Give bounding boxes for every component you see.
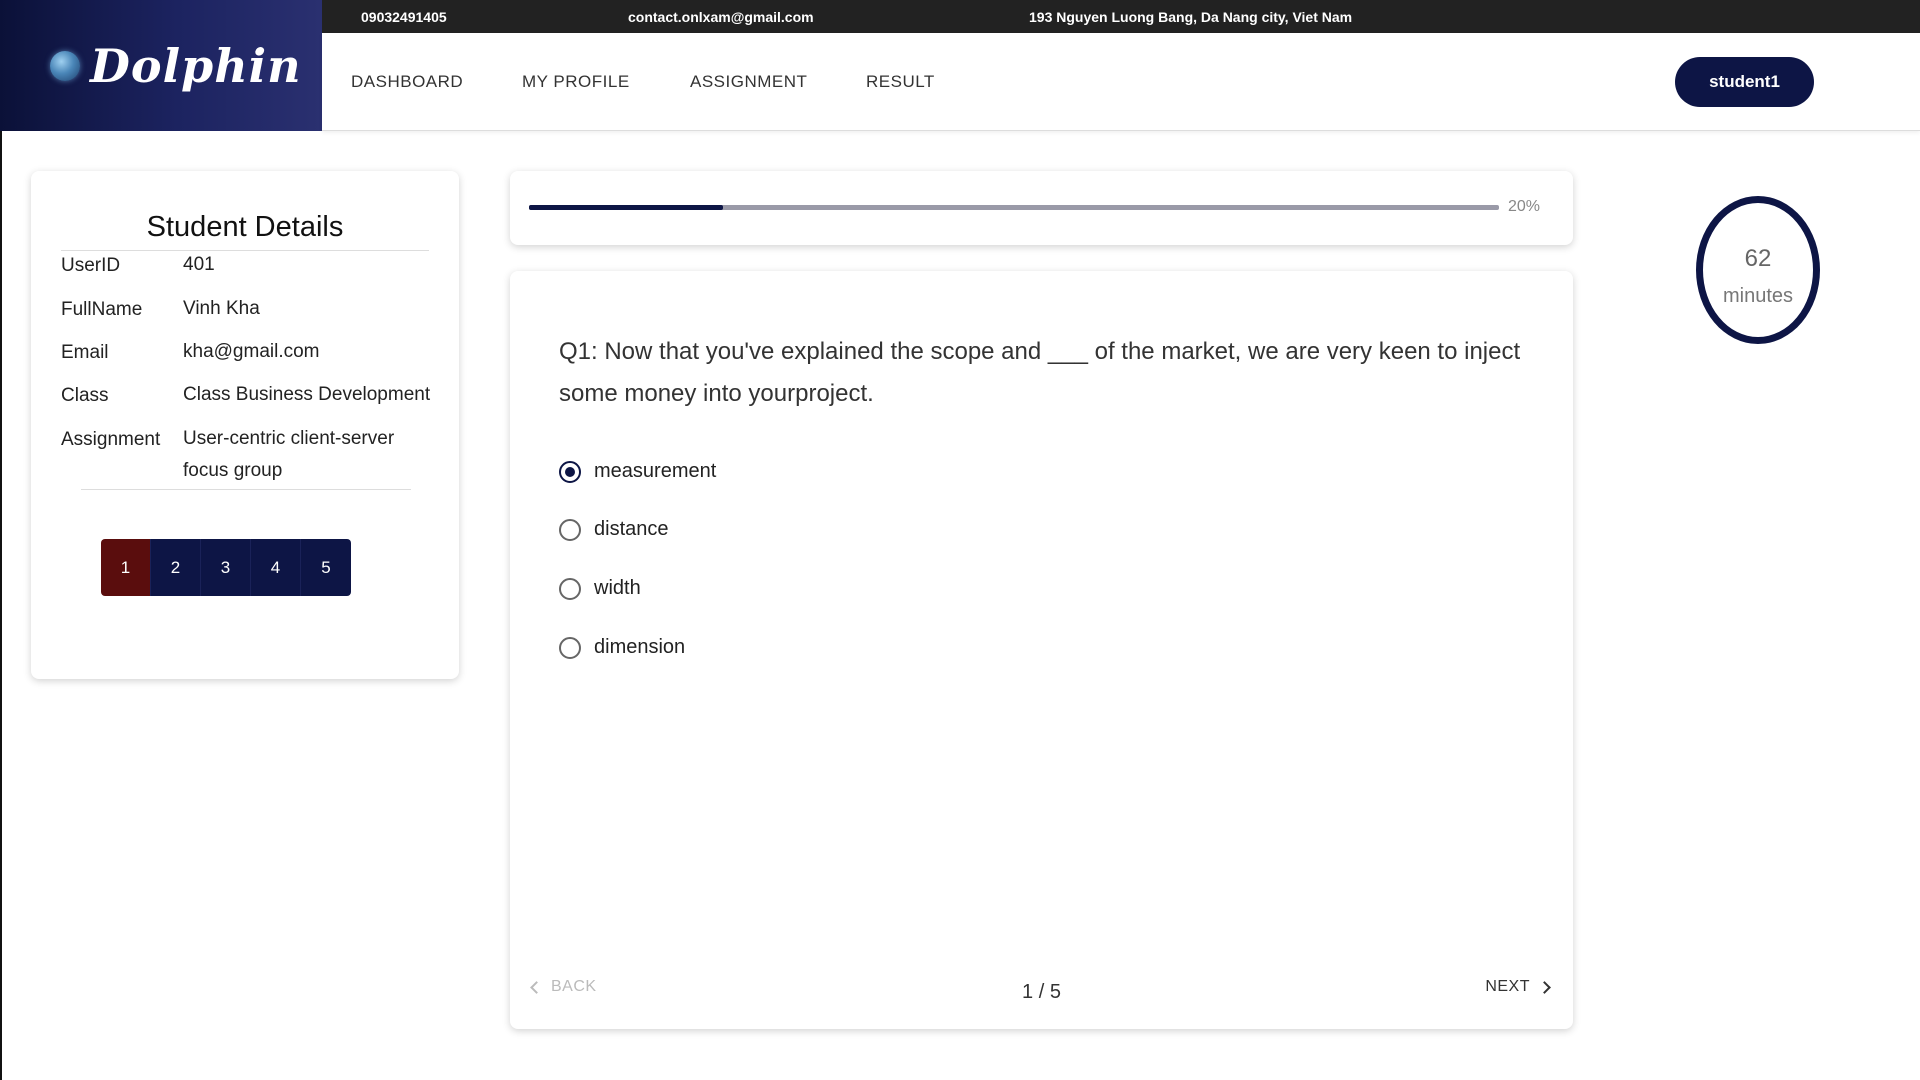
answer-option-width[interactable]: width	[559, 577, 641, 600]
page-indicator: 1 / 5	[1022, 981, 1061, 1003]
detail-label: Assignment	[61, 429, 161, 450]
student-details-title: Student Details	[61, 211, 429, 251]
option-label: measurement	[594, 460, 717, 482]
brand-name: Dolphin	[90, 38, 302, 93]
question-button-2[interactable]: 2	[151, 539, 201, 596]
detail-label: Email	[61, 342, 109, 363]
question-card: Q1: Now that you've explained the scope …	[510, 271, 1573, 1029]
nav-assignment[interactable]: ASSIGNMENT	[690, 72, 807, 92]
nav-my-profile[interactable]: MY PROFILE	[522, 72, 630, 92]
chevron-right-icon	[1538, 980, 1551, 994]
answer-option-measurement[interactable]: measurement	[559, 460, 716, 483]
brand-logo[interactable]: Dolphin	[0, 0, 322, 131]
detail-value: User-centric client-server focus group	[183, 428, 395, 481]
contact-phone: 09032491405	[361, 9, 447, 25]
countdown-timer: 62 minutes	[1696, 196, 1820, 344]
progress-card: 20%	[510, 171, 1573, 245]
option-label: width	[594, 577, 641, 599]
detail-value: kha@gmail.com	[183, 341, 320, 362]
question-text: Q1: Now that you've explained the scope …	[559, 338, 1521, 407]
next-label: NEXT	[1485, 978, 1530, 995]
answer-option-distance[interactable]: distance	[559, 518, 669, 541]
detail-label: UserID	[61, 255, 121, 276]
detail-label: FullName	[61, 299, 143, 320]
page-left-border	[0, 0, 2, 1080]
contact-info-bar: 09032491405 contact.onlxam@gmail.com 193…	[322, 0, 1920, 33]
detail-value: 401	[183, 254, 215, 275]
option-label: distance	[594, 518, 669, 540]
radio-icon[interactable]	[559, 518, 581, 541]
next-button[interactable]: NEXT	[1485, 978, 1551, 996]
question-button-4[interactable]: 4	[251, 539, 301, 596]
question-button-3[interactable]: 3	[201, 539, 251, 596]
question-navigator: 1 2 3 4 5	[101, 539, 351, 596]
progress-bar	[529, 205, 1499, 210]
radio-selected-icon[interactable]	[559, 460, 581, 483]
progress-percent: 20%	[1508, 198, 1541, 215]
student-details-card: Student Details UserID 401 FullName Vinh…	[31, 171, 459, 679]
radio-icon[interactable]	[559, 577, 581, 600]
globe-icon	[50, 50, 80, 81]
question-button-1[interactable]: 1	[101, 539, 151, 596]
detail-label: Class	[61, 385, 109, 406]
nav-result[interactable]: RESULT	[866, 72, 935, 92]
option-label: dimension	[594, 636, 686, 658]
detail-value: Class Business Development	[183, 384, 431, 405]
radio-icon[interactable]	[559, 636, 581, 659]
progress-bar-fill	[529, 205, 723, 210]
contact-email: contact.onlxam@gmail.com	[628, 9, 814, 25]
user-menu-button[interactable]: student1	[1675, 57, 1814, 107]
nav-dashboard[interactable]: DASHBOARD	[351, 72, 463, 92]
divider	[81, 489, 411, 490]
answer-option-dimension[interactable]: dimension	[559, 636, 685, 659]
timer-value: 62	[1744, 245, 1772, 272]
question-button-5[interactable]: 5	[301, 539, 351, 596]
contact-address: 193 Nguyen Luong Bang, Da Nang city, Vie…	[1029, 9, 1353, 25]
timer-unit: minutes	[1722, 285, 1794, 307]
detail-value: Vinh Kha	[183, 298, 260, 319]
